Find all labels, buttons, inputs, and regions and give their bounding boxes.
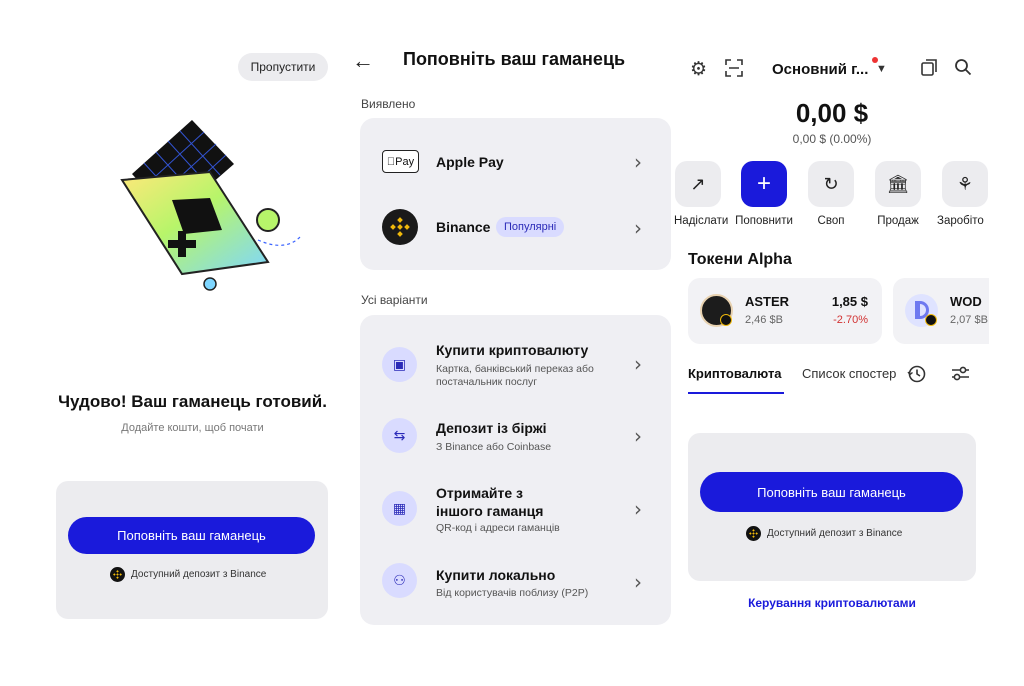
wallet-ready-title: Чудово! Ваш гаманець готовий.	[58, 392, 327, 411]
binance-icon	[382, 209, 418, 245]
all-options-section-label: Усі варіанти	[361, 293, 428, 307]
token-volume: 2,46 $B	[745, 314, 783, 326]
chevron-right-icon: ›	[634, 150, 642, 174]
topup-page-title: Поповніть ваш гаманець	[403, 49, 626, 69]
bnb-chain-icon	[925, 314, 937, 326]
alpha-tokens-title: Токени Alpha	[688, 251, 792, 268]
earn-button[interactable]: ⚘	[942, 161, 988, 207]
option-subtitle: Від користувачів поблизу (P2P)	[436, 587, 589, 599]
bnb-chain-icon	[720, 314, 732, 326]
wallet-illustration	[120, 120, 301, 291]
manage-crypto-link[interactable]: Керування криптовалютами	[688, 596, 976, 610]
token-volume: 2,07 $B	[950, 314, 988, 326]
plus-icon: +	[756, 170, 771, 197]
sell-label: Продаж	[877, 215, 919, 227]
popular-badge: Популярні	[496, 217, 565, 237]
token-symbol: WOD	[950, 294, 982, 309]
arrow-up-right-icon: ↗	[690, 173, 706, 194]
binance-icon	[110, 567, 125, 582]
earn-label: Заробіто	[937, 215, 984, 227]
option-title: іншого гаманця	[436, 503, 544, 519]
token-card-wod[interactable]: WOD 2,07 $B	[893, 278, 989, 344]
tab-crypto[interactable]: Криптовалюта	[688, 366, 782, 381]
binance-deposit-note: Доступний депозит з Binance	[746, 526, 902, 541]
back-arrow-icon[interactable]: ←	[352, 48, 374, 74]
binance-icon	[746, 526, 761, 541]
token-card-aster[interactable]: ASTER 2,46 $B 1,85 $ -2.70%	[688, 278, 882, 344]
people-icon: ⚇	[382, 563, 417, 598]
token-change: -2.70%	[833, 314, 868, 326]
chevron-right-icon: ›	[634, 570, 642, 594]
sell-button[interactable]: 🏛	[875, 161, 921, 207]
scan-icon[interactable]	[725, 59, 743, 77]
topup-wallet-button[interactable]: Поповніть ваш гаманець	[700, 472, 963, 512]
topup-label: Поповнити	[735, 215, 793, 227]
option-subtitle: QR-код і адреси гаманців	[436, 522, 560, 534]
binance-label: Binance	[436, 219, 491, 235]
apple-pay-icon: Pay	[382, 150, 419, 173]
chevron-right-icon: ›	[634, 497, 642, 521]
swap-label: Своп	[817, 215, 845, 227]
tab-watchlist[interactable]: Список спостереження	[802, 366, 896, 381]
binance-deposit-note: Доступний депозит з Binance	[110, 567, 266, 582]
option-subtitle: З Binance або Coinbase	[436, 441, 552, 453]
swap-button[interactable]: ↻	[808, 161, 854, 207]
send-label: Надіслати	[674, 215, 729, 227]
history-icon[interactable]	[907, 364, 926, 383]
qr-icon: ▦	[382, 491, 417, 526]
search-icon[interactable]	[954, 58, 972, 76]
balance-change: 0,00 $ (0.00%)	[792, 132, 872, 146]
option-subtitle: постачальник послуг	[436, 376, 538, 388]
transfer-icon: ⇆	[382, 418, 417, 453]
option-title: Отримайте з	[436, 485, 523, 501]
token-price: 1,85 $	[831, 294, 868, 309]
apple-pay-label: Apple Pay	[436, 154, 504, 170]
bank-icon: 🏛	[886, 173, 910, 194]
send-button[interactable]: ↗	[675, 161, 721, 207]
balance-amount: 0,00 $	[795, 98, 869, 128]
token-symbol: ASTER	[745, 294, 790, 309]
filter-icon[interactable]	[951, 365, 970, 382]
binance-deposit-text: Доступний депозит з Binance	[767, 528, 903, 539]
wallet-name: Основний г...	[772, 61, 869, 78]
option-subtitle: Картка, банківський переказ або	[436, 363, 594, 375]
card-icon: ▣	[382, 347, 417, 382]
caret-down-icon: ▼	[876, 63, 887, 75]
skip-button[interactable]: Пропустити	[238, 53, 328, 81]
option-title: Купити локально	[436, 567, 556, 583]
swap-icon: ↻	[823, 173, 839, 194]
copy-icon[interactable]	[921, 59, 938, 76]
option-title: Депозит із біржі	[436, 420, 547, 436]
chevron-right-icon: ›	[634, 216, 642, 240]
wallet-ready-subtitle: Додайте кошти, щоб почати	[121, 422, 264, 434]
gear-icon[interactable]: ⚙	[690, 58, 707, 81]
active-tab-indicator	[688, 392, 784, 394]
sprout-icon: ⚘	[956, 173, 974, 194]
binance-deposit-text: Доступний депозит з Binance	[131, 569, 267, 580]
chevron-right-icon: ›	[634, 352, 642, 376]
apple-pay-icon-text: Pay	[391, 155, 414, 168]
topup-button[interactable]: +	[741, 161, 787, 207]
chevron-right-icon: ›	[634, 424, 642, 448]
alpha-tokens-carousel[interactable]: ASTER 2,46 $B 1,85 $ -2.70% WOD 2,07 $B	[688, 276, 989, 346]
found-section-label: Виявлено	[361, 97, 416, 111]
topup-wallet-button[interactable]: Поповніть ваш гаманець	[68, 517, 315, 554]
option-title: Купити криптовалюту	[436, 342, 589, 358]
